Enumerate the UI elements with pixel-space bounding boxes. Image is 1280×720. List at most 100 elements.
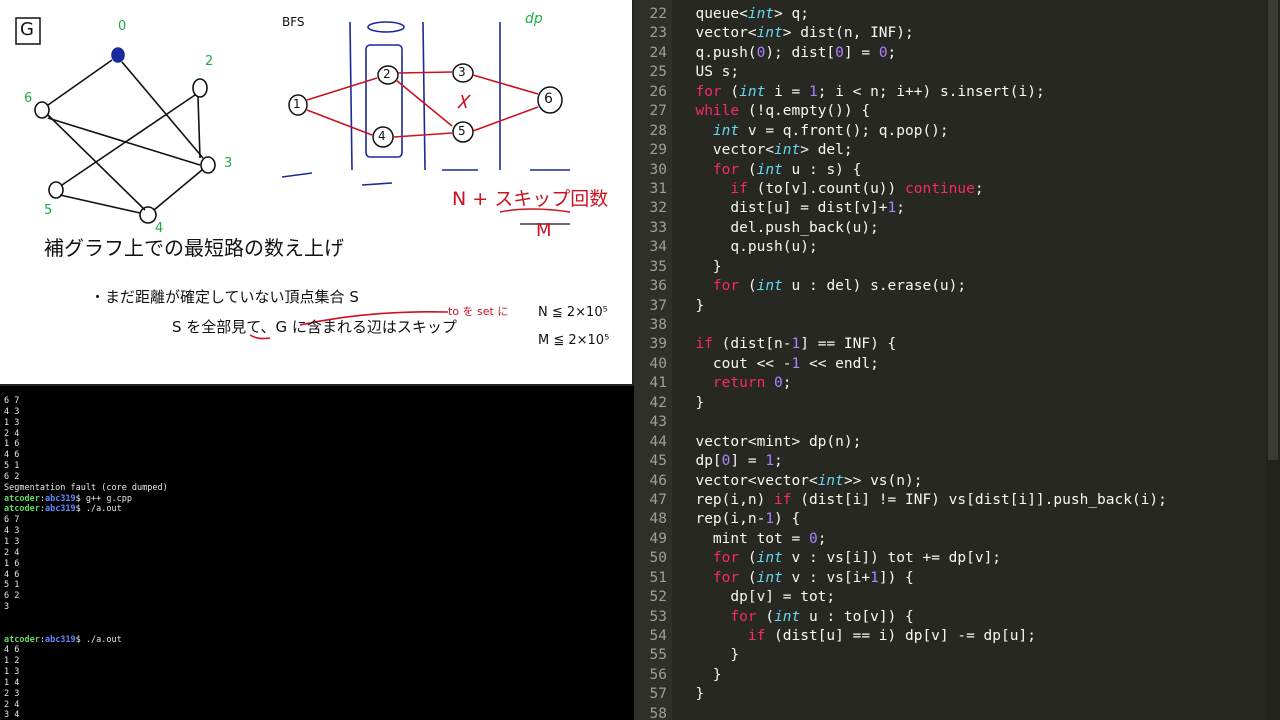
label-dp: dp [525,11,543,27]
line-number: 29 [649,142,667,159]
code-text[interactable]: while (!q.empty()) { [678,102,870,121]
code-line[interactable]: 34 q.push(u); [650,238,1266,257]
code-text[interactable]: q.push(0); dist[0] = 0; [678,44,896,63]
code-line[interactable]: 24 q.push(0); dist[0] = 0; [650,44,1266,63]
code-text[interactable]: if (dist[u] == i) dp[v] -= dp[u]; [678,627,1036,646]
code-line[interactable]: 46 vector<vector<int>> vs(n); [650,472,1266,491]
code-line[interactable]: 53 for (int u : to[v]) { [650,608,1266,627]
editor-scrollbar[interactable] [1266,0,1280,720]
code-line[interactable]: 56 } [650,666,1266,685]
line-number: 35 [649,258,667,275]
code-line[interactable]: 37 } [650,297,1266,316]
prompt-command: $ ./a.out [75,634,122,645]
code-text[interactable]: } [678,297,704,316]
code-line[interactable]: 43 [650,413,1266,432]
code-text[interactable]: rep(i,n-1) { [678,510,800,529]
code-line[interactable]: 54 if (dist[u] == i) dp[v] -= dp[u]; [650,627,1266,646]
code-text[interactable]: } [678,646,739,665]
code-text[interactable]: if (to[v].count(u)) continue; [678,180,983,199]
code-line[interactable]: 44 vector<mint> dp(n); [650,433,1266,452]
code-line[interactable]: 30 for (int u : s) { [650,161,1266,180]
code-line[interactable]: 50 for (int v : vs[i]) tot += dp[v]; [650,549,1266,568]
code-line[interactable]: 52 dp[v] = tot; [650,588,1266,607]
code-line[interactable]: 51 for (int v : vs[i+1]) { [650,569,1266,588]
label-bfs-3: 3 [458,65,466,79]
code-text[interactable]: for (int v : vs[i+1]) { [678,569,914,588]
terminal-panel[interactable]: 6 74 31 32 41 64 65 16 2 Segmentation fau… [0,386,634,720]
line-number: 44 [649,433,667,450]
code-text[interactable]: queue<int> q; [678,5,809,24]
code-text[interactable]: dist[u] = dist[v]+1; [678,199,905,218]
terminal-output-3: 4 61 21 31 42 32 43 4-1 [4,645,634,720]
node-3 [200,156,216,174]
label-bfs-1: 1 [293,97,301,111]
code-text[interactable]: cout << -1 << endl; [678,355,879,374]
code-text[interactable]: del.push_back(u); [678,219,878,238]
code-editor[interactable]: 22 queue<int> q; 23 vector<int> dist(n, I… [634,0,1280,720]
code-text[interactable]: } [678,258,722,277]
code-area[interactable]: 22 queue<int> q; 23 vector<int> dist(n, I… [650,5,1266,720]
prompt-command: $ ./a.out [75,504,122,515]
code-text[interactable]: for (int u : s) { [678,161,861,180]
code-line[interactable]: 42 } [650,394,1266,413]
code-text[interactable]: vector<int> dist(n, INF); [678,24,913,43]
code-line[interactable]: 45 dp[0] = 1; [650,452,1266,471]
code-line[interactable]: 39 if (dist[n-1] == INF) { [650,335,1266,354]
editor-scrollbar-thumb[interactable] [1268,0,1278,460]
terminal-line: 4 6 [4,569,20,580]
line-number: 58 [649,705,667,720]
code-line[interactable]: 22 queue<int> q; [650,5,1266,24]
code-text[interactable]: int v = q.front(); q.pop(); [678,122,949,141]
code-line[interactable]: 25 US s; [650,63,1266,82]
code-line[interactable]: 57 } [650,685,1266,704]
line-number: 57 [649,686,667,703]
code-line[interactable]: 49 mint tot = 0; [650,530,1266,549]
code-text[interactable]: rep(i,n) if (dist[i] != INF) vs[dist[i]]… [678,491,1166,510]
label-node-6: 6 [24,91,33,106]
code-line[interactable]: 35 } [650,258,1266,277]
code-line[interactable]: 27 while (!q.empty()) { [650,102,1266,121]
code-text[interactable]: return 0; [678,374,792,393]
code-text[interactable]: for (int i = 1; i < n; i++) s.insert(i); [678,83,1044,102]
code-line[interactable]: 55 } [650,646,1266,665]
code-line[interactable]: 32 dist[u] = dist[v]+1; [650,199,1266,218]
line-number: 45 [649,453,667,470]
code-text[interactable]: } [678,685,704,704]
code-text[interactable]: vector<mint> dp(n); [678,433,861,452]
code-text[interactable]: } [678,394,704,413]
code-text[interactable]: q.push(u); [678,238,817,257]
code-line[interactable]: 40 cout << -1 << endl; [650,355,1266,374]
code-text[interactable]: if (dist[n-1] == INF) { [678,335,896,354]
code-line[interactable]: 38 [650,316,1266,335]
code-line[interactable]: 36 for (int u : del) s.erase(u); [650,277,1266,296]
line-number: 55 [649,647,667,664]
code-line[interactable]: 47 rep(i,n) if (dist[i] != INF) vs[dist[… [650,491,1266,510]
line-number: 41 [649,375,667,392]
code-line[interactable]: 58 [650,705,1266,720]
code-line[interactable]: 23 vector<int> dist(n, INF); [650,24,1266,43]
code-line[interactable]: 26 for (int i = 1; i < n; i++) s.insert(… [650,83,1266,102]
code-line[interactable]: 31 if (to[v].count(u)) continue; [650,180,1266,199]
code-text[interactable]: US s; [678,63,739,82]
line-number: 48 [649,511,667,528]
code-text[interactable]: dp[v] = tot; [678,588,835,607]
terminal-line: 4 3 [4,526,20,537]
code-text[interactable]: for (int u : to[v]) { [678,608,913,627]
code-text[interactable]: for (int v : vs[i]) tot += dp[v]; [678,549,1001,568]
code-line[interactable]: 28 int v = q.front(); q.pop(); [650,122,1266,141]
code-line[interactable]: 41 return 0; [650,374,1266,393]
code-text[interactable]: vector<vector<int>> vs(n); [678,472,922,491]
code-line[interactable]: 33 del.push_back(u); [650,219,1266,238]
code-text[interactable]: } [678,666,722,685]
code-text[interactable]: dp[0] = 1; [678,452,782,471]
code-text[interactable]: mint tot = 0; [678,530,827,549]
label-node-4: 4 [155,221,164,236]
terminal-output-1: 6 74 31 32 41 64 65 16 2 Segmentation fau… [4,396,634,494]
code-line[interactable]: 29 vector<int> del; [650,141,1266,160]
code-text[interactable]: for (int u : del) s.erase(u); [678,277,966,296]
terminal-prompt-1: atcoder:abc319$ g++ g.cpp [4,493,132,504]
code-line[interactable]: 48 rep(i,n-1) { [650,510,1266,529]
code-text[interactable]: vector<int> del; [678,141,853,160]
bfs-columns [281,21,570,186]
line-number: 52 [649,589,667,606]
